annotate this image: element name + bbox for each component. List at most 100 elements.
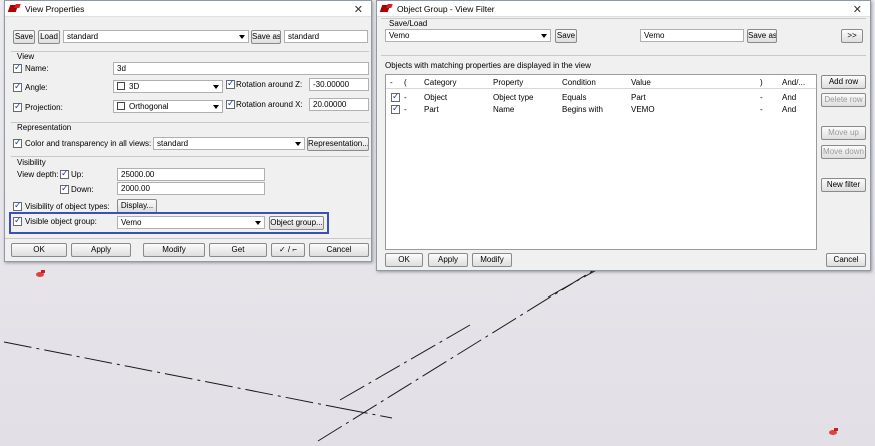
- up-label: Up:: [71, 170, 84, 179]
- up-field[interactable]: 25000.00: [117, 168, 265, 181]
- row-condition: Equals: [562, 93, 587, 102]
- name-field[interactable]: 3d: [113, 62, 369, 75]
- visible-object-group-checkbox[interactable]: [13, 216, 22, 226]
- up-checkbox[interactable]: [60, 169, 69, 179]
- row-property: Object type: [493, 93, 534, 102]
- representation-section-title: Representation: [17, 123, 72, 132]
- move-up-button[interactable]: Move up: [821, 126, 866, 140]
- toggle-all-button[interactable]: ✓ / ⌐: [271, 243, 305, 257]
- row-andor: And: [782, 93, 797, 102]
- tekla-app-icon: [9, 4, 21, 13]
- apply-button[interactable]: Apply: [71, 243, 131, 257]
- close-icon[interactable]: ✕: [354, 3, 363, 16]
- buttons-divider: [5, 238, 371, 239]
- row-condition: Begins with: [562, 105, 603, 114]
- table-row[interactable]: - Object Object type Equals Part - And: [386, 92, 816, 104]
- modify-button[interactable]: Modify: [143, 243, 205, 257]
- row-value: VEMO: [631, 105, 655, 114]
- table-row[interactable]: - Part Name Begins with VEMO - And: [386, 104, 816, 116]
- row-checkbox[interactable]: [391, 92, 400, 102]
- load-button[interactable]: Load: [38, 30, 60, 44]
- delete-row-button[interactable]: Delete row: [821, 93, 866, 107]
- chevron-down-icon: [213, 85, 219, 89]
- object-group-value: Vemo: [121, 218, 142, 227]
- filter-preset-value: Vemo: [389, 31, 410, 40]
- representation-button[interactable]: Representation...: [307, 137, 369, 151]
- new-filter-button[interactable]: New filter: [821, 178, 866, 192]
- modify-button[interactable]: Modify: [472, 253, 512, 267]
- object-group-button[interactable]: Object group...: [269, 216, 324, 230]
- workplane-marker-icon: [829, 428, 839, 436]
- preset-select[interactable]: standard: [63, 30, 249, 43]
- save-button[interactable]: Save: [555, 29, 577, 43]
- header-col: Condition: [562, 78, 596, 87]
- row-open: -: [404, 93, 407, 102]
- filter-grid[interactable]: - ( Category Property Condition Value ) …: [385, 74, 817, 250]
- save-as-button[interactable]: Save as: [251, 30, 281, 44]
- view-section-divider: [11, 51, 369, 52]
- projection-select[interactable]: Orthogonal: [113, 100, 223, 113]
- orthogonal-icon: [117, 102, 125, 110]
- add-row-button[interactable]: Add row: [821, 75, 866, 89]
- header-col: And/...: [782, 78, 806, 87]
- display-button[interactable]: Display...: [117, 199, 157, 213]
- save-as-name-field[interactable]: Vemo: [640, 29, 744, 42]
- save-button[interactable]: Save: [13, 30, 35, 44]
- view-section-title: View: [17, 52, 35, 61]
- row-checkbox[interactable]: [391, 104, 400, 114]
- save-as-button[interactable]: Save as: [747, 29, 777, 43]
- dialog-title: View Properties: [25, 3, 85, 14]
- visibility-section-divider: [11, 156, 369, 157]
- color-checkbox[interactable]: [13, 138, 22, 148]
- angle-select[interactable]: 3D: [113, 80, 223, 93]
- save-load-section-title: Save/Load: [389, 19, 428, 28]
- rotation-z-field[interactable]: -30.00000: [309, 78, 369, 91]
- angle-checkbox[interactable]: [13, 82, 22, 92]
- ok-button[interactable]: OK: [11, 243, 67, 257]
- ok-button[interactable]: OK: [385, 253, 423, 267]
- header-col: (: [404, 78, 407, 87]
- angle-label: Angle:: [25, 83, 48, 92]
- rotation-x-checkbox[interactable]: [226, 99, 235, 109]
- cube-icon: [117, 82, 125, 90]
- header-col: Property: [493, 78, 524, 87]
- down-field[interactable]: 2000.00: [117, 182, 265, 195]
- chevron-down-icon: [213, 105, 219, 109]
- save-load-divider: [381, 18, 866, 19]
- object-types-checkbox[interactable]: [13, 201, 22, 211]
- preset-value: standard: [67, 32, 99, 41]
- move-down-button[interactable]: Move down: [821, 145, 866, 159]
- object-group-select[interactable]: Vemo: [117, 216, 265, 229]
- close-icon[interactable]: ✕: [853, 3, 862, 16]
- tekla-app-icon: [381, 4, 393, 13]
- row-value: Part: [631, 93, 646, 102]
- cancel-button[interactable]: Cancel: [309, 243, 369, 257]
- view-properties-dialog: View Properties ✕ Save Load standard Sav…: [4, 0, 372, 262]
- color-label: Color and transparency in all views:: [25, 139, 152, 148]
- cancel-button[interactable]: Cancel: [826, 253, 866, 267]
- workplane-marker-icon: [36, 270, 46, 278]
- projection-checkbox[interactable]: [13, 102, 22, 112]
- save-as-name-field[interactable]: standard: [284, 30, 368, 43]
- apply-button[interactable]: Apply: [428, 253, 468, 267]
- color-select[interactable]: standard: [153, 137, 305, 150]
- projection-value: Orthogonal: [129, 102, 169, 111]
- rotation-z-checkbox[interactable]: [226, 79, 235, 89]
- name-checkbox[interactable]: [13, 63, 22, 73]
- row-close: -: [760, 105, 763, 114]
- get-button[interactable]: Get: [209, 243, 267, 257]
- filter-preset-select[interactable]: Vemo: [385, 29, 551, 42]
- filter-info-text: Objects with matching properties are dis…: [385, 61, 591, 70]
- dialog-title: Object Group - View Filter: [397, 3, 495, 14]
- color-value: standard: [157, 139, 189, 148]
- visibility-section-title: Visibility: [17, 158, 46, 167]
- object-types-label: Visibility of object types:: [25, 202, 110, 211]
- rotation-x-field[interactable]: 20.00000: [309, 98, 369, 111]
- down-checkbox[interactable]: [60, 184, 69, 194]
- expand-button[interactable]: >>: [841, 29, 863, 43]
- view-properties-titlebar[interactable]: View Properties ✕: [5, 1, 371, 17]
- info-divider: [381, 55, 866, 56]
- name-label: Name:: [25, 64, 49, 73]
- angle-value: 3D: [129, 82, 140, 91]
- object-group-titlebar[interactable]: Object Group - View Filter ✕: [377, 1, 870, 17]
